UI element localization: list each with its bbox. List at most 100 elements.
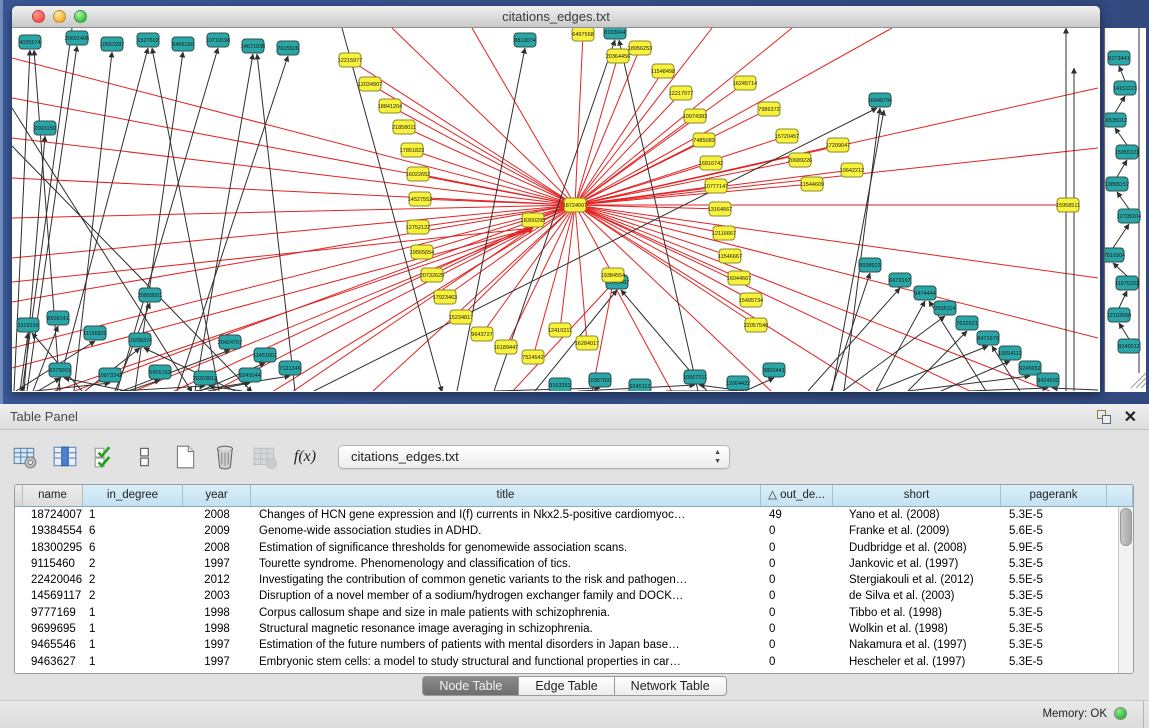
column-header-out_de[interactable]: △ out_de... — [761, 485, 833, 506]
graph-edge[interactable] — [35, 383, 110, 391]
deselect-all-rows-icon[interactable] — [130, 442, 160, 472]
graph-node[interactable]: 13164667 — [708, 202, 732, 216]
graph-node[interactable]: 19565654 — [410, 245, 434, 259]
graph-node[interactable]: 6497568 — [572, 28, 594, 41]
table-cell[interactable]: Nakamura et al. (1997) — [833, 637, 1001, 653]
graph-node[interactable]: 18841204 — [378, 99, 402, 113]
graph-edge[interactable] — [1115, 96, 1125, 113]
graph-node[interactable]: 17016504 — [1105, 248, 1125, 262]
tab-edge-table[interactable]: Edge Table — [519, 676, 614, 696]
table-cell[interactable]: 2003 — [183, 588, 251, 604]
select-all-rows-icon[interactable] — [90, 442, 120, 472]
table-cell[interactable]: 6 — [83, 523, 183, 539]
table-cell[interactable]: Estimation of the future numbers of pati… — [251, 637, 761, 653]
table-cell[interactable]: 1997 — [183, 637, 251, 653]
graph-edge[interactable] — [575, 205, 1052, 391]
memory-status-led[interactable] — [1114, 707, 1127, 720]
table-cell[interactable]: 19384554 — [23, 523, 83, 539]
graph-edge[interactable] — [1113, 263, 1127, 276]
graph-node[interactable]: 11451501 — [253, 348, 277, 362]
graph-node[interactable]: 15234817 — [449, 310, 473, 324]
network-canvas[interactable]: 4035574206914061065328715276026466160107… — [12, 28, 1098, 391]
graph-node[interactable]: 15495734 — [739, 293, 763, 307]
table-cell[interactable]: de Silva et al. (2003) — [833, 588, 1001, 604]
table-cell[interactable]: 9777169 — [23, 605, 83, 621]
graph-edge[interactable] — [969, 388, 1048, 391]
graph-edge[interactable] — [1119, 291, 1127, 308]
table-row[interactable]: 1830029562008Estimation of significance … — [15, 540, 1118, 556]
graph-edge[interactable] — [257, 54, 295, 391]
graph-node[interactable]: 12705104 — [1117, 209, 1141, 223]
graph-node[interactable]: 9375001 — [49, 363, 71, 377]
table-cell[interactable]: 5.3E-5 — [1001, 621, 1107, 637]
graph-node[interactable]: 11156829 — [83, 326, 107, 340]
table-cell[interactable]: Wolkin et al. (1998) — [833, 621, 1001, 637]
table-cell[interactable]: 6 — [83, 540, 183, 556]
graph-node[interactable]: 12217977 — [669, 86, 693, 100]
tab-network-table[interactable]: Network Table — [615, 676, 727, 696]
graph-node[interactable]: 20691406 — [65, 31, 89, 45]
graph-node[interactable]: 17851823 — [400, 143, 424, 157]
graph-node[interactable]: 12752122 — [406, 220, 430, 234]
table-cell[interactable]: Investigating the contribution of common… — [251, 572, 761, 588]
table-cell[interactable]: Structural magnetic resonance image aver… — [251, 621, 761, 637]
graph-node[interactable]: 6466160 — [172, 37, 194, 51]
table-cell[interactable]: Estimation of significance thresholds fo… — [251, 540, 761, 556]
graph-node[interactable]: 7986372 — [758, 102, 780, 116]
graph-node[interactable]: 9424502 — [1037, 373, 1059, 387]
graph-node[interactable]: 7524542 — [522, 350, 544, 364]
graph-edge[interactable] — [575, 205, 1098, 338]
graph-edge[interactable] — [1119, 323, 1129, 339]
graph-node[interactable]: 14151123 — [1113, 81, 1137, 95]
column-header-short[interactable]: short — [833, 485, 1001, 506]
graph-node[interactable]: 17923463 — [433, 290, 457, 304]
table-cell[interactable]: 0 — [761, 523, 833, 539]
graph-edge[interactable] — [560, 205, 575, 330]
table-cell[interactable]: Genome-wide association studies in ADHD. — [251, 523, 761, 539]
graph-node[interactable]: 10974383 — [683, 109, 707, 123]
table-cell[interactable]: 5.6E-5 — [1001, 523, 1107, 539]
table-cell[interactable]: 9699695 — [23, 621, 83, 637]
graph-edge[interactable] — [14, 50, 30, 391]
table-cell[interactable]: 2 — [83, 572, 183, 588]
graph-node[interactable]: 12064422 — [726, 376, 750, 390]
table-cell[interactable]: Franke et al. (2009) — [833, 523, 1001, 539]
table-cell[interactable]: 18724007 — [23, 507, 83, 523]
graph-edge[interactable] — [12, 58, 575, 205]
function-builder-icon[interactable]: f(x) — [290, 442, 320, 472]
table-cell[interactable]: 9463627 — [23, 654, 83, 670]
graph-node[interactable]: 7485083 — [693, 133, 715, 147]
table-cell[interactable]: 9465546 — [23, 637, 83, 653]
window-titlebar[interactable]: citations_edges.txt — [12, 6, 1100, 28]
show-columns-icon[interactable] — [50, 442, 80, 472]
column-header-year[interactable]: year — [183, 485, 251, 506]
graph-node[interactable]: 5905153 — [149, 365, 171, 379]
graph-node[interactable]: 10865157 — [1105, 177, 1129, 191]
graph-node[interactable]: 7121346 — [279, 361, 301, 375]
graph-node[interactable]: 8813074 — [514, 33, 536, 47]
background-network-canvas[interactable]: 9273441141511231653501215955123108651571… — [1105, 28, 1147, 392]
table-cell[interactable]: Disruption of a novel member of a sodium… — [251, 588, 761, 604]
graph-node[interactable]: 16816742 — [699, 156, 723, 170]
table-cell[interactable]: 5.3E-5 — [1001, 637, 1107, 653]
graph-node[interactable]: 8163044 — [604, 28, 626, 39]
graph-node[interactable]: 1527602 — [137, 33, 159, 47]
graph-node[interactable]: 8471670 — [977, 331, 999, 345]
graph-node[interactable]: 9273441 — [1108, 51, 1130, 65]
column-header-pagerank[interactable]: pagerank — [1001, 485, 1107, 506]
table-cell[interactable]: 2012 — [183, 572, 251, 588]
table-cell[interactable]: 49 — [761, 507, 833, 523]
table-cell[interactable]: 0 — [761, 605, 833, 621]
table-cell[interactable]: 5.3E-5 — [1001, 556, 1107, 572]
table-settings-icon[interactable] — [10, 442, 40, 472]
graph-node[interactable]: 2063150 — [34, 121, 56, 135]
table-row[interactable]: 946362711997Embryonic stem cells: a mode… — [15, 654, 1118, 670]
table-row[interactable]: 2242004622012Investigating the contribut… — [15, 572, 1118, 588]
graph-node[interactable]: 17209047 — [826, 138, 850, 152]
graph-node[interactable]: 12116667 — [712, 226, 736, 240]
graph-edge[interactable] — [908, 376, 1030, 391]
graph-node[interactable]: 20364456 — [606, 49, 630, 63]
table-cell[interactable]: 5.9E-5 — [1001, 540, 1107, 556]
table-cell[interactable]: 0 — [761, 654, 833, 670]
close-window-icon[interactable] — [32, 10, 45, 23]
